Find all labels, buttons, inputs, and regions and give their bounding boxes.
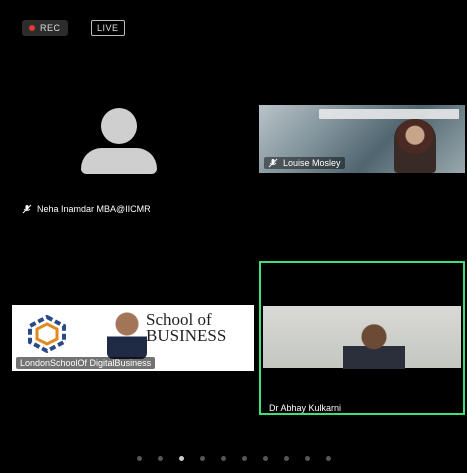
rec-badge: REC: [22, 20, 68, 36]
rec-dot-icon: [29, 25, 35, 31]
video-tile-london-school[interactable]: School of BUSINESS LondonSchoolOf Digita…: [12, 305, 254, 371]
page-dot[interactable]: [157, 456, 163, 461]
live-badge[interactable]: LIVE: [91, 20, 125, 36]
video-tile-louise[interactable]: Louise Mosley: [259, 105, 465, 173]
participant-name-london: LondonSchoolOf DigitalBusiness: [16, 357, 156, 369]
slide-text: School of BUSINESS: [146, 310, 227, 345]
page-indicator[interactable]: [0, 456, 467, 461]
page-dot[interactable]: [262, 456, 268, 461]
page-dot[interactable]: [199, 456, 205, 461]
mic-muted-icon: [268, 158, 278, 168]
page-dot[interactable]: [325, 456, 331, 461]
page-dot[interactable]: [136, 456, 142, 461]
live-label: LIVE: [97, 23, 119, 33]
participant-name-louise: Louise Mosley: [264, 157, 345, 169]
rec-label: REC: [40, 23, 61, 33]
page-dot[interactable]: [304, 456, 310, 461]
page-dot[interactable]: [241, 456, 247, 461]
london-school-logo: [28, 315, 66, 353]
page-dot[interactable]: [220, 456, 226, 461]
page-dot-active[interactable]: [178, 456, 184, 461]
presenter-video: [107, 309, 147, 359]
video-tile-abhay-active-speaker[interactable]: Dr Abhay Kulkarni: [259, 261, 465, 415]
mic-muted-icon: [22, 204, 32, 214]
page-dot[interactable]: [283, 456, 289, 461]
participant-avatar-icon: [81, 108, 157, 174]
participant-name-neha: Neha Inamdar MBA@IICMR: [22, 204, 151, 214]
participant-name-abhay: Dr Abhay Kulkarni: [269, 403, 342, 413]
